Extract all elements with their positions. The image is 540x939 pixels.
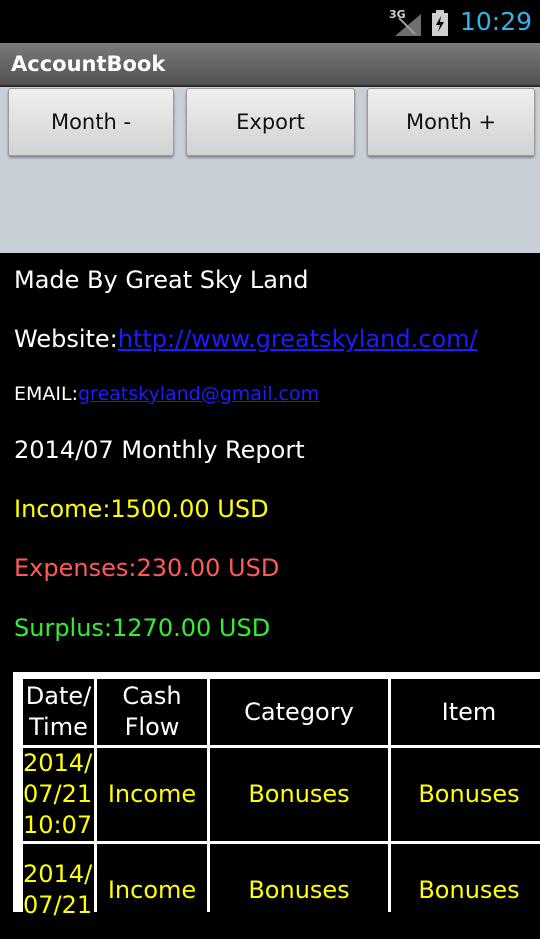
header-item: Item [391,679,540,745]
cell-item: Bonuses [391,748,540,841]
month-minus-button[interactable]: Month - [8,88,174,156]
signal-icon [395,14,421,36]
made-by-text: Made By Great Sky Land [14,266,309,294]
transactions-table: Date/Time Cash Flow Category Item 2014/07… [13,672,540,936]
email-row: EMAIL:greatskyland@gmail.com [14,383,319,405]
cell-cash-flow: Income [97,748,207,841]
surplus-summary: Surplus:1270.00 USD [14,614,271,642]
month-plus-button[interactable]: Month + [367,88,535,156]
action-bar: AccountBook [0,43,540,87]
website-row: Website:http://www.greatskyland.com/ [14,325,478,353]
header-category: Category [210,679,388,745]
table-row[interactable]: 2014/07/21 10:07 Income Bonuses Bonuses [23,748,540,841]
cell-date-time: 2014/07/21 [23,844,94,936]
income-summary: Income:1500.00 USD [14,495,269,523]
cell-category: Bonuses [210,844,388,936]
email-link[interactable]: greatskyland@gmail.com [78,383,319,405]
cell-date-time: 2014/07/21 10:07 [23,748,94,841]
header-cash-flow: Cash Flow [97,679,207,745]
expenses-summary: Expenses:230.00 USD [14,554,280,582]
app-title: AccountBook [11,52,166,76]
table-header-row: Date/Time Cash Flow Category Item [23,679,540,745]
email-label: EMAIL: [14,383,78,405]
header-date-time: Date/Time [23,679,94,745]
table-row[interactable]: 2014/07/21 Income Bonuses Bonuses [23,844,540,936]
clock: 10:29 [460,7,533,36]
cell-category: Bonuses [210,748,388,841]
website-label: Website: [14,325,118,353]
export-button[interactable]: Export [186,88,355,156]
status-bar: 3G 10:29 [0,0,540,43]
report-title: 2014/07 Monthly Report [14,436,305,464]
battery-charging-icon [432,10,448,36]
cell-cash-flow: Income [97,844,207,936]
website-link[interactable]: http://www.greatskyland.com/ [118,325,478,353]
cell-item: Bonuses [391,844,540,936]
